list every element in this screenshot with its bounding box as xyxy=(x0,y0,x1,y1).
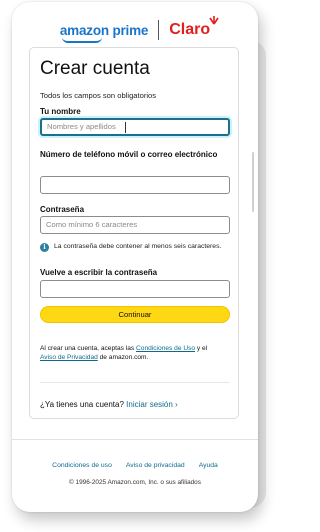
footer-links: Condiciones de uso Aviso de privacidad A… xyxy=(12,462,258,469)
signin-link[interactable]: Iniciar sesión › xyxy=(126,400,178,409)
footer-divider xyxy=(12,439,258,440)
footer-terms-link[interactable]: Condiciones de uso xyxy=(52,462,112,469)
name-placeholder: Nombres y apellidos xyxy=(47,122,116,131)
legal-suffix: de amazon.com. xyxy=(97,354,149,361)
password-input[interactable]: Como mínimo 6 caracteres xyxy=(40,216,230,234)
signin-prompt-text: ¿Ya tienes una cuenta? xyxy=(40,400,127,409)
info-icon: i xyxy=(40,243,49,252)
claro-wordmark: Claro xyxy=(169,21,211,38)
password-confirm-label: Vuelve a escribir la contraseña xyxy=(40,268,158,277)
phone-email-input[interactable] xyxy=(40,176,230,194)
privacy-link[interactable]: Aviso de Privacidad xyxy=(40,354,98,361)
phone-email-label: Número de teléfono móvil o correo electr… xyxy=(40,150,218,159)
amazon-prime-logo: amazon prime xyxy=(59,22,149,43)
claro-rays-icon xyxy=(209,16,219,25)
logo-divider xyxy=(158,20,160,40)
required-fields-note: Todos los campos son obligatorios xyxy=(40,91,157,100)
footer-help-link[interactable]: Ayuda xyxy=(199,462,218,469)
legal-middle: y el xyxy=(195,345,208,352)
phone-frame: amazon prime Claro Crear cuenta Todos lo… xyxy=(12,2,258,512)
brand-header: amazon prime Claro xyxy=(12,16,258,44)
continue-button[interactable]: Continuar xyxy=(40,306,230,323)
password-label: Contraseña xyxy=(40,205,85,214)
legal-notice: Al crear una cuenta, aceptas las Condici… xyxy=(40,344,235,362)
text-cursor xyxy=(125,122,126,133)
password-confirm-input[interactable] xyxy=(40,280,230,298)
amazon-smile-icon xyxy=(61,37,102,43)
card-divider xyxy=(40,382,230,383)
legal-prefix: Al crear una cuenta, aceptas las xyxy=(40,345,137,352)
password-placeholder: Como mínimo 6 caracteres xyxy=(46,220,138,229)
terms-link[interactable]: Condiciones de Uso xyxy=(136,345,195,352)
footer-privacy-link[interactable]: Aviso de privacidad xyxy=(126,462,185,469)
copyright: © 1996-2025 Amazon.com, Inc. o sus afili… xyxy=(69,479,201,486)
name-input[interactable]: Nombres y apellidos xyxy=(40,118,230,136)
create-account-card: Crear cuenta Todos los campos son obliga… xyxy=(29,47,239,419)
password-hint: i La contraseña debe contener al menos s… xyxy=(40,242,230,252)
amazon-prime-wordmark: amazon prime xyxy=(59,22,149,38)
password-hint-text: La contraseña debe contener al menos sei… xyxy=(54,243,222,250)
page-title: Crear cuenta xyxy=(40,58,150,79)
claro-logo: Claro xyxy=(169,16,219,39)
scrollbar-thumb[interactable] xyxy=(252,152,254,212)
signin-prompt: ¿Ya tienes una cuenta? Iniciar sesión › xyxy=(40,400,178,409)
name-label: Tu nombre xyxy=(40,107,81,116)
